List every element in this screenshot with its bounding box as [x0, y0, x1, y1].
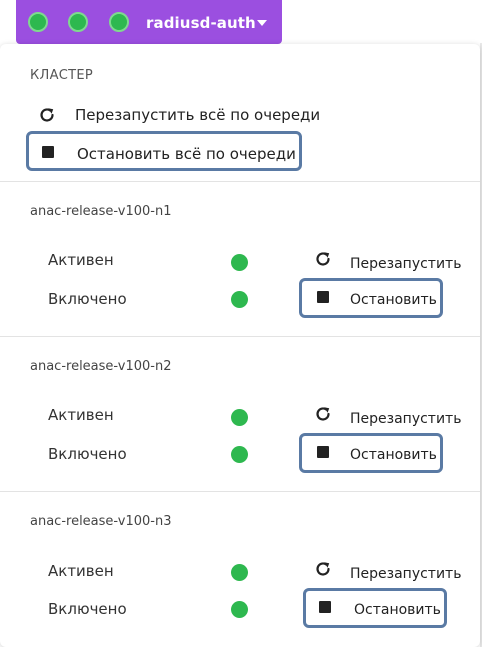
restart-icon	[316, 562, 330, 576]
restart-icon	[40, 108, 54, 122]
active-status-dot	[231, 564, 248, 581]
restart-label: Перезапустить	[350, 566, 462, 582]
restart-label: Перезапустить	[350, 256, 462, 272]
restart-icon	[316, 252, 330, 266]
node-name: anac-release-v100-n2	[30, 359, 172, 374]
node-card: anac-release-v100-n2 Активен Перезапусти…	[0, 337, 480, 491]
node-name: anac-release-v100-n3	[30, 514, 172, 529]
service-name: radiusd-auth	[146, 14, 256, 32]
restart-all-label: Перезапустить всё по очереди	[75, 106, 321, 124]
enabled-status-dot	[231, 601, 248, 618]
restart-icon	[316, 407, 330, 421]
background-area	[282, 0, 482, 43]
status-indicator-3	[109, 12, 129, 32]
node-card: anac-release-v100-n1 Активен Перезапусти…	[0, 182, 480, 336]
stop-icon	[317, 446, 329, 458]
stop-all-button[interactable]: Остановить всё по очереди	[26, 131, 302, 171]
stop-label: Остановить	[354, 602, 441, 618]
stop-icon	[319, 601, 331, 613]
stop-node-button[interactable]: Остановить	[299, 278, 443, 318]
stop-all-label: Остановить всё по очереди	[77, 145, 296, 163]
active-status-dot	[231, 254, 248, 271]
caret-down-icon	[257, 20, 267, 26]
enabled-status-dot	[231, 446, 248, 463]
node-name: anac-release-v100-n1	[30, 204, 172, 219]
enabled-label: Включено	[48, 600, 127, 618]
active-label: Активен	[48, 406, 114, 424]
status-indicator-2	[68, 12, 88, 32]
stop-icon	[317, 291, 329, 303]
cluster-section-title: КЛАСТЕР	[30, 68, 94, 83]
stop-icon	[42, 146, 54, 158]
restart-label: Перезапустить	[350, 411, 462, 427]
active-status-dot	[231, 409, 248, 426]
enabled-label: Включено	[48, 445, 127, 463]
service-dropdown-panel: КЛАСТЕР Перезапустить всё по очереди Ост…	[0, 44, 480, 647]
status-indicator-1	[28, 12, 48, 32]
stop-label: Остановить	[350, 447, 437, 463]
node-card: anac-release-v100-n3 Активен Перезапусти…	[0, 492, 480, 646]
stop-node-button[interactable]: Остановить	[303, 588, 447, 628]
enabled-label: Включено	[48, 290, 127, 308]
stop-node-button[interactable]: Остановить	[299, 433, 443, 473]
active-label: Активен	[48, 562, 114, 580]
active-label: Активен	[48, 251, 114, 269]
enabled-status-dot	[231, 291, 248, 308]
service-dropdown-toggle[interactable]: radiusd-auth	[16, 0, 282, 44]
stop-label: Остановить	[350, 292, 437, 308]
